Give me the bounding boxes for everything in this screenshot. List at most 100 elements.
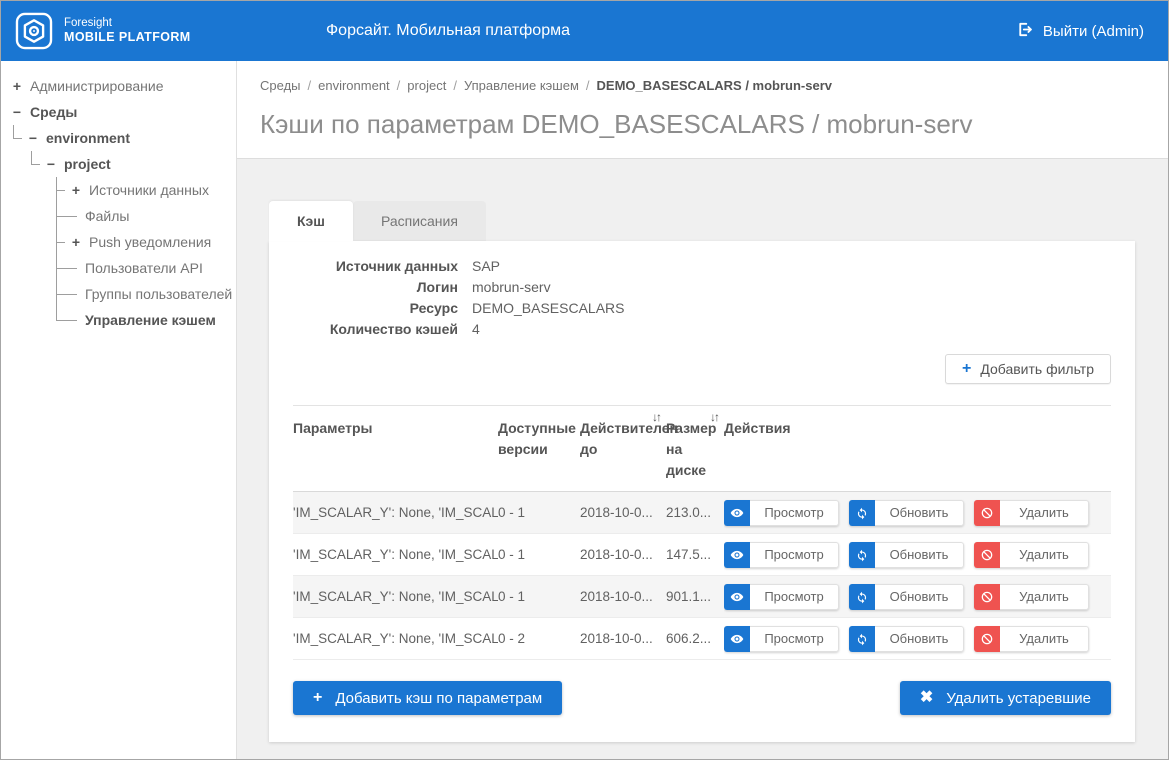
tree-item-label[interactable]: Файлы	[85, 208, 129, 224]
tree-item-label[interactable]: Администрирование	[30, 78, 164, 94]
top-bar: Foresight MOBILE PLATFORM Форсайт. Мобил…	[1, 1, 1168, 61]
cell-versions: 0 - 1	[498, 576, 580, 618]
tree-connector	[56, 177, 68, 203]
sidebar-item-cache-management[interactable]: Управление кэшем	[1, 307, 236, 333]
view-button[interactable]: Просмотр	[724, 542, 839, 568]
ban-icon	[974, 626, 1000, 652]
cell-valid-until: 2018-10-0...	[580, 618, 666, 660]
app-logo[interactable]: Foresight MOBILE PLATFORM	[15, 12, 191, 50]
breadcrumb-item[interactable]: Среды	[260, 78, 301, 93]
cell-size: 213.0...	[666, 492, 724, 534]
delete-button[interactable]: Удалить	[974, 584, 1089, 610]
tree-connector	[56, 203, 80, 229]
sort-icon[interactable]: ↓↑	[710, 407, 718, 428]
breadcrumb-item[interactable]: project	[407, 78, 446, 93]
info-row-cache-count: Количество кэшей 4	[293, 319, 1111, 340]
tree-item-label[interactable]: environment	[46, 130, 130, 146]
delete-button-label: Удалить	[1000, 542, 1089, 568]
tree-item-label[interactable]: Push уведомления	[89, 234, 211, 250]
table-row: 'IM_SCALAR_Y': None, 'IM_SCALA... 0 - 2 …	[293, 618, 1111, 660]
cell-params: 'IM_SCALAR_Y': None, 'IM_SCALA...	[293, 576, 498, 618]
info-value: SAP	[472, 256, 500, 277]
refresh-button[interactable]: Обновить	[849, 542, 964, 568]
sidebar-item-project[interactable]: − project	[1, 151, 236, 177]
table-row: 'IM_SCALAR_Y': None, 'IM_SCALA... 0 - 1 …	[293, 492, 1111, 534]
collapse-minus-icon[interactable]: −	[43, 156, 59, 172]
tree-connector	[56, 229, 68, 255]
tree-item-label[interactable]: Управление кэшем	[85, 312, 216, 328]
cell-actions: Просмотр Обновить Удалить	[724, 576, 1111, 618]
sidebar-item-environment[interactable]: − environment	[1, 125, 236, 151]
tab-cache[interactable]: Кэш	[269, 201, 353, 241]
view-button[interactable]: Просмотр	[724, 626, 839, 652]
column-header-actions: Действия	[724, 406, 1111, 492]
sidebar-item-data-sources[interactable]: + Источники данных	[1, 177, 236, 203]
tree-item-label[interactable]: Пользователи API	[85, 260, 203, 276]
view-button[interactable]: Просмотр	[724, 500, 839, 526]
cell-params: 'IM_SCALAR_Y': None, 'IM_SCALA...	[293, 534, 498, 576]
sidebar-item-user-groups[interactable]: Группы пользователей	[1, 281, 236, 307]
cell-versions: 0 - 1	[498, 534, 580, 576]
view-button-label: Просмотр	[750, 626, 839, 652]
column-header-disk-size: ↓↑Размер на диске	[666, 406, 724, 492]
cell-params: 'IM_SCALAR_Y': None, 'IM_SCALA...	[293, 618, 498, 660]
info-label: Количество кэшей	[293, 319, 458, 340]
add-cache-by-params-button[interactable]: + Добавить кэш по параметрам	[293, 681, 562, 715]
refresh-button[interactable]: Обновить	[849, 626, 964, 652]
eye-icon	[724, 626, 750, 652]
delete-button[interactable]: Удалить	[974, 626, 1089, 652]
sidebar-item-administration[interactable]: + Администрирование	[1, 73, 236, 99]
logout-button[interactable]: Выйти (Admin)	[1016, 21, 1144, 42]
tree-item-label[interactable]: Среды	[30, 104, 77, 120]
collapse-minus-icon[interactable]: −	[9, 104, 25, 120]
expand-plus-icon[interactable]: +	[68, 234, 84, 250]
sign-out-icon	[1016, 21, 1033, 42]
cell-versions: 0 - 1	[498, 492, 580, 534]
delete-button[interactable]: Удалить	[974, 542, 1089, 568]
cell-valid-until: 2018-10-0...	[580, 534, 666, 576]
delete-button-label: Удалить	[1000, 584, 1089, 610]
view-button-label: Просмотр	[750, 500, 839, 526]
add-filter-button[interactable]: + Добавить фильтр	[945, 354, 1111, 384]
column-header-label[interactable]: Размер на диске	[666, 420, 716, 478]
cache-info: Источник данных SAP Логин mobrun-serv Ре…	[293, 256, 1111, 340]
collapse-minus-icon[interactable]: −	[25, 130, 41, 146]
view-button[interactable]: Просмотр	[724, 584, 839, 610]
x-icon: ✖	[920, 690, 933, 706]
tree-item-label[interactable]: Группы пользователей	[85, 286, 232, 302]
navigation-tree: + Администрирование − Среды − environmen…	[1, 61, 237, 759]
delete-outdated-button[interactable]: ✖ Удалить устаревшие	[900, 681, 1111, 715]
eye-icon	[724, 542, 750, 568]
delete-button-label: Удалить	[1000, 500, 1089, 526]
refresh-button-label: Обновить	[875, 500, 964, 526]
info-row-resource: Ресурс DEMO_BASESCALARS	[293, 298, 1111, 319]
sidebar-item-files[interactable]: Файлы	[1, 203, 236, 229]
breadcrumb-item[interactable]: Управление кэшем	[464, 78, 579, 93]
tree-item-label[interactable]: project	[64, 156, 111, 172]
add-filter-label: Добавить фильтр	[980, 361, 1094, 377]
column-header-label[interactable]: Действителен до	[580, 420, 678, 457]
logo-brand-name: Foresight	[64, 16, 191, 30]
delete-button[interactable]: Удалить	[974, 500, 1089, 526]
cell-actions: Просмотр Обновить Удалить	[724, 492, 1111, 534]
tree-item-label[interactable]: Источники данных	[89, 182, 209, 198]
sidebar-item-push-notifications[interactable]: + Push уведомления	[1, 229, 236, 255]
expand-plus-icon[interactable]: +	[9, 78, 25, 94]
page-title: Кэши по параметрам DEMO_BASESCALARS / mo…	[260, 109, 1144, 140]
tab-schedules[interactable]: Расписания	[353, 201, 486, 241]
info-label: Логин	[293, 277, 458, 298]
cell-size: 901.1...	[666, 576, 724, 618]
sidebar-item-api-users[interactable]: Пользователи API	[1, 255, 236, 281]
breadcrumb-item[interactable]: environment	[318, 78, 390, 93]
sort-icon[interactable]: ↓↑	[652, 407, 660, 428]
breadcrumb-separator: /	[397, 78, 401, 93]
refresh-button[interactable]: Обновить	[849, 584, 964, 610]
expand-plus-icon[interactable]: +	[68, 182, 84, 198]
column-header-params: Параметры	[293, 406, 498, 492]
sidebar-item-environments[interactable]: − Среды	[1, 99, 236, 125]
tab-label: Кэш	[297, 213, 325, 229]
view-button-label: Просмотр	[750, 584, 839, 610]
refresh-button-label: Обновить	[875, 626, 964, 652]
refresh-button[interactable]: Обновить	[849, 500, 964, 526]
cell-versions: 0 - 2	[498, 618, 580, 660]
